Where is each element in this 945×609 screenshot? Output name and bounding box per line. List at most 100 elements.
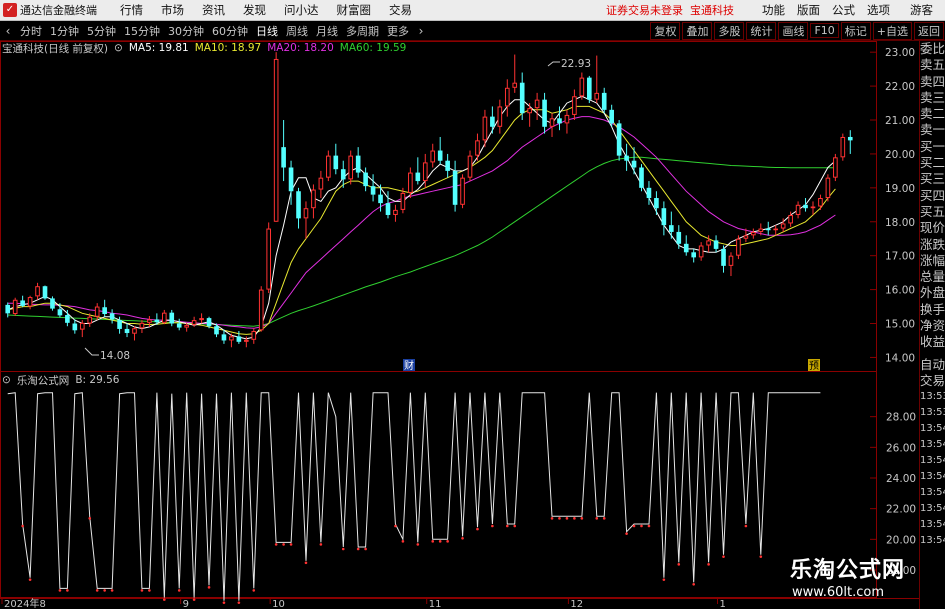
side-tab-trade[interactable]: 交易	[920, 373, 945, 389]
watermark: 乐淘公式网 www.60lt.com	[770, 550, 945, 609]
candle-body-up	[534, 99, 540, 109]
b-low-dot	[647, 524, 651, 528]
ma20-line	[7, 116, 836, 329]
candle-body-up	[318, 177, 324, 190]
candle-body-up	[512, 82, 518, 88]
b-low-dot	[580, 517, 584, 520]
event-cai-marker[interactable]: 财	[403, 359, 415, 372]
b-low-dot	[692, 582, 695, 586]
candle-body-up	[788, 214, 793, 224]
b-low-dot	[140, 589, 144, 592]
side-item-buy1: 买一	[920, 138, 945, 154]
side-tab-auto[interactable]: 自动	[920, 357, 945, 373]
candle-body-down	[236, 336, 242, 342]
candle-body-down	[669, 225, 674, 232]
side-item-outer: 外盘	[920, 285, 945, 301]
candle-body-up	[818, 198, 823, 207]
candle-body-up	[706, 240, 711, 246]
quote-side-panel: 委比 卖五 卖四 卖三 卖二 卖一 买一 买二 买三 买四 买五 现价 涨跌 涨…	[919, 41, 945, 609]
candle-body-down	[176, 323, 182, 328]
candle-body-up	[229, 336, 234, 341]
b-low-dot	[192, 598, 196, 601]
candle-body-up	[698, 245, 704, 258]
candle-body-down	[50, 298, 55, 309]
candle-body-down	[683, 243, 689, 253]
candle-body-down	[281, 147, 286, 168]
b-low-dot	[625, 532, 628, 535]
b-low-dot	[446, 540, 449, 543]
tick-time: 13:54	[920, 455, 945, 467]
candle-body-up	[825, 177, 831, 199]
candle-body-up	[728, 255, 734, 266]
candle-body-down	[288, 167, 294, 192]
candle-body-up	[736, 238, 741, 256]
candle-body-up	[79, 322, 85, 330]
candlesticks	[5, 52, 853, 348]
main-chart-info: 宝通科技(日线 前复权) ⊙ MA5: 19.81 MA10: 18.97 MA…	[2, 41, 412, 55]
candle-body-up	[12, 299, 18, 315]
candle-body-down	[452, 170, 458, 205]
b-low-dot	[744, 524, 748, 528]
candle-body-down	[601, 92, 607, 110]
candle-body-down	[490, 116, 495, 127]
price-tick-label: 18.00	[885, 217, 915, 229]
candle-body-up	[393, 209, 398, 215]
tick-time: 13:54	[920, 535, 945, 547]
b-low-dot	[401, 540, 405, 543]
chart-gridlines	[870, 51, 877, 358]
event-yu-label: 预	[809, 360, 819, 372]
candle-body-up	[758, 228, 764, 232]
low-annotation: 14.08	[84, 347, 130, 362]
b-low-dot	[759, 555, 763, 558]
side-item-weibi: 委比	[920, 41, 945, 56]
b-low-dot	[95, 589, 99, 592]
price-tick-label: 16.00	[885, 285, 915, 297]
candle-body-up	[244, 339, 249, 342]
side-item-change: 涨跌	[920, 236, 945, 252]
date-tick-label: 10	[272, 599, 285, 609]
price-tick-label: 20.00	[885, 149, 915, 161]
tick-time: 13:53	[920, 407, 945, 419]
candle-body-up	[564, 114, 570, 124]
candle-body-up	[139, 322, 145, 329]
price-tick-label: 22.00	[885, 81, 915, 93]
candle-body-up	[311, 189, 316, 209]
b-low-dot	[88, 517, 92, 520]
price-tick-label: 23.00	[885, 47, 915, 59]
price-chart[interactable]: 23.00 22.00 21.00 20.00 19.00 18.00 17.00 16.00…	[0, 0, 945, 609]
candle-body-down	[691, 252, 697, 258]
candle-body-up	[833, 157, 838, 178]
candle-body-down	[214, 326, 219, 335]
candle-body-up	[497, 106, 503, 127]
candle-body-down	[296, 191, 301, 219]
sub-chart-info: ⊙ 乐淘公式网 B: 29.56	[2, 373, 125, 387]
candle-body-up	[326, 155, 331, 178]
b-indicator-line	[7, 392, 821, 604]
b-low-dot	[274, 543, 278, 546]
date-tick-label: 1	[720, 599, 726, 609]
candle-body-down	[363, 172, 368, 187]
candle-body-up	[191, 320, 197, 325]
candle-body-up	[467, 155, 473, 178]
candle-body-down	[721, 248, 726, 266]
chart-frame	[0, 41, 919, 599]
b-low-dot	[558, 517, 561, 520]
candle-body-up	[594, 92, 600, 100]
candle-body-down	[713, 240, 719, 249]
b-low-dot	[177, 589, 181, 592]
sub-settings-icon[interactable]: ⊙	[2, 374, 11, 386]
candle-body-up	[527, 108, 532, 114]
side-item-change-pct: 涨幅	[920, 252, 945, 268]
indicator-tick-label: 26.00	[886, 442, 916, 454]
candle-body-down	[20, 300, 25, 306]
price-tick-label: 19.00	[885, 183, 915, 195]
date-tick-label: 9	[183, 599, 189, 609]
settings-icon[interactable]: ⊙	[114, 42, 123, 54]
event-yu-marker[interactable]: 预	[808, 359, 820, 372]
candle-body-up	[780, 223, 786, 229]
candle-body-down	[65, 315, 70, 323]
b-low-dot	[491, 524, 494, 528]
candle-body-down	[557, 118, 562, 124]
candle-body-up	[475, 140, 480, 156]
ma5-label: MA5: 19.81	[128, 42, 189, 54]
